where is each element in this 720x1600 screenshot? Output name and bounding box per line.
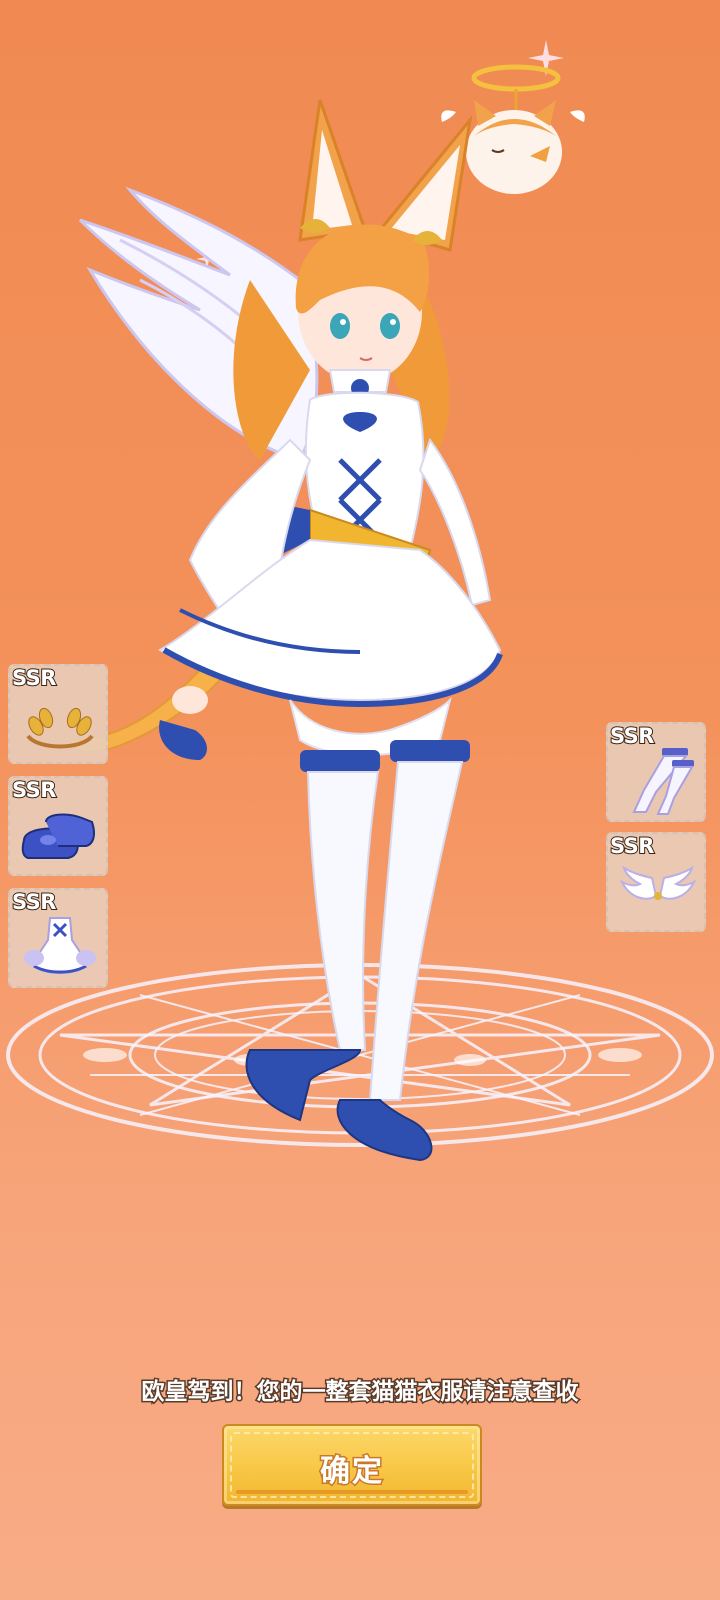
confirm-button-label: 确定: [319, 1453, 384, 1491]
shoe-icon: [336, 1099, 433, 1162]
item-slot-white-stockings[interactable]: SSR: [606, 722, 706, 822]
rarity-badge: SSR: [609, 724, 655, 748]
button-underline: [236, 1490, 468, 1494]
wings-icon: [619, 865, 697, 900]
item-slot-blue-shoes[interactable]: SSR: [8, 776, 108, 876]
item-slot-angel-wings[interactable]: SSR: [606, 832, 706, 932]
rarity-badge: SSR: [11, 666, 57, 690]
game-scene: SSR SSR SSR SSR SSR 欧皇驾到！您的一整套猫猫衣服请注意查收 …: [0, 0, 720, 1600]
rarity-badge: SSR: [11, 890, 57, 914]
character-avatar[interactable]: [60, 40, 620, 1200]
reward-message: 欧皇驾到！您的一整套猫猫衣服请注意查收: [140, 1378, 580, 1407]
rarity-badge: SSR: [609, 834, 655, 858]
item-slot-laurel-crown[interactable]: SSR: [8, 664, 108, 764]
laurel-crown-icon: [26, 707, 94, 749]
rarity-badge: SSR: [11, 778, 57, 802]
confirm-button[interactable]: 确定: [222, 1424, 482, 1506]
stockings-icon: [632, 748, 694, 815]
item-slot-angel-dress[interactable]: SSR: [8, 888, 108, 988]
blue-shoes-icon: [21, 813, 95, 859]
angel-dress-icon: [24, 917, 96, 974]
